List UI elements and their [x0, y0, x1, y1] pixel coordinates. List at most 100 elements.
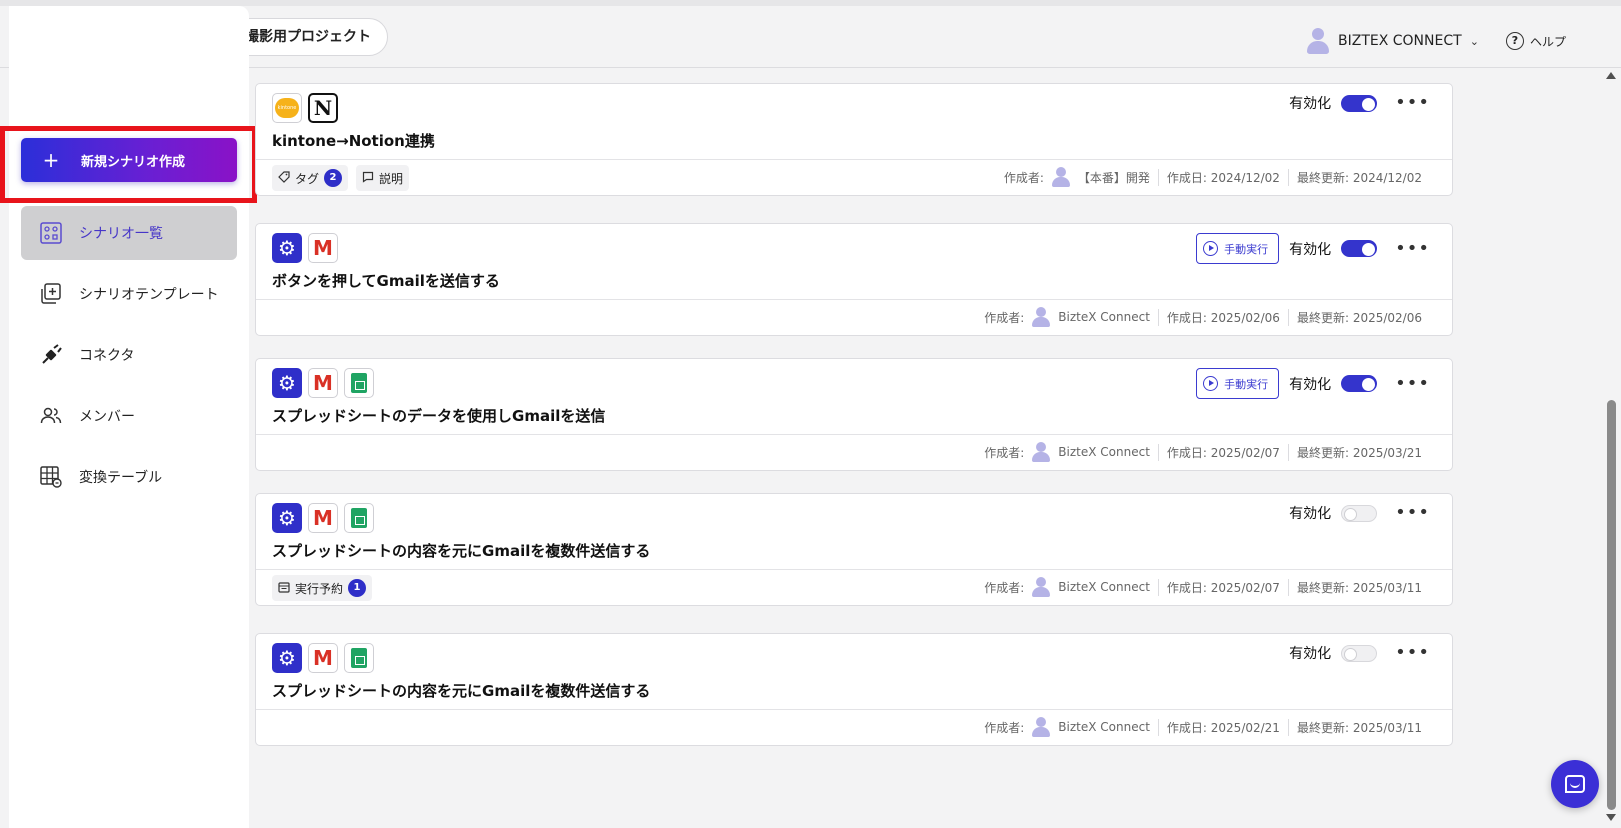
sidebar-item-label: コネクタ	[79, 348, 135, 364]
sidebar-item-conversion-table[interactable]: 変換テーブル	[21, 450, 237, 504]
sidebar-item-label: シナリオテンプレート	[79, 287, 219, 303]
scenario-title[interactable]: ボタンを押してGmailを送信する	[272, 270, 500, 291]
author-name: BizteX Connect	[1058, 310, 1150, 324]
author-name: BizteX Connect	[1058, 445, 1150, 459]
sidebar-nav: シナリオ一覧 シナリオテンプレート コネクタ メンバー 変換テーブル	[21, 206, 237, 511]
gmail-icon: M	[308, 233, 338, 263]
scenario-title[interactable]: スプレッドシートの内容を元にGmailを複数件送信する	[272, 540, 650, 561]
chat-support-button[interactable]	[1551, 760, 1599, 808]
sidebar-item-label: シナリオ一覧	[79, 226, 163, 242]
sidebar-item-scenario-template[interactable]: シナリオテンプレート	[21, 267, 237, 321]
author-avatar-icon	[1032, 577, 1051, 597]
new-scenario-highlight-box	[0, 126, 257, 203]
created-date: 2024/12/02	[1210, 170, 1280, 185]
enable-toggle[interactable]	[1341, 94, 1378, 112]
scenario-meta: 作成者: BizteX Connect 作成日: 2025/02/06 最終更新:…	[976, 300, 1430, 334]
connector-plug-icon	[37, 344, 65, 366]
comment-icon	[362, 171, 374, 186]
enable-toggle[interactable]	[1341, 504, 1378, 522]
updated-date: 2025/02/06	[1352, 310, 1422, 325]
help-icon: ?	[1506, 32, 1524, 50]
updated-date: 2025/03/11	[1352, 580, 1422, 595]
created-date: 2025/02/07	[1210, 580, 1280, 595]
scenario-list-icon	[37, 222, 65, 244]
app-icons: ⚙ M	[272, 643, 374, 673]
updated-date: 2025/03/11	[1352, 720, 1422, 735]
scrollbar-thumb[interactable]	[1607, 400, 1616, 810]
more-options-icon[interactable]: •••	[1387, 94, 1430, 112]
gear-icon: ⚙	[272, 233, 302, 263]
enable-label: 有効化	[1289, 506, 1332, 522]
author-avatar-icon	[1032, 442, 1051, 462]
enable-toggle[interactable]	[1341, 644, 1378, 662]
description-chip[interactable]: 説明	[356, 165, 410, 191]
count-badge: 2	[324, 169, 343, 187]
members-icon	[37, 405, 65, 427]
scenario-meta: 作成者: BizteX Connect 作成日: 2025/02/07 最終更新:…	[976, 570, 1430, 604]
manual-run-button[interactable]: 手動実行	[1196, 368, 1280, 399]
created-date: 2025/02/07	[1210, 445, 1280, 460]
manual-run-button[interactable]: 手動実行	[1196, 233, 1280, 264]
enable-toggle[interactable]	[1341, 240, 1378, 257]
updated-date: 2025/03/21	[1352, 445, 1422, 460]
chat-icon	[1565, 775, 1585, 793]
app-icons: kintone N	[272, 93, 338, 123]
help-label: ヘルプ	[1530, 34, 1567, 49]
enable-toggle[interactable]	[1341, 375, 1378, 392]
enable-label: 有効化	[1289, 646, 1332, 662]
scenario-meta: 作成者: 【本番】開発 作成日: 2024/12/02 最終更新: 2024/12…	[996, 160, 1430, 194]
app-icons: ⚙ M	[272, 503, 374, 533]
scenario-card[interactable]: ⚙ M スプレッドシートの内容を元にGmailを複数件送信する 有効化 ••• …	[255, 493, 1453, 606]
scroll-down-arrow-icon[interactable]	[1606, 814, 1616, 821]
sidebar-item-label: 変換テーブル	[79, 470, 163, 486]
scenario-card[interactable]: ⚙ M ボタンを押してGmailを送信する 手動実行 有効化 ••• 作成者: B…	[255, 223, 1453, 336]
enable-label: 有効化	[1289, 96, 1332, 112]
play-icon	[1203, 241, 1219, 256]
template-icon	[37, 283, 65, 305]
help-button[interactable]: ? ヘルプ	[1506, 32, 1566, 50]
enable-label: 有効化	[1289, 376, 1332, 393]
more-options-icon[interactable]: •••	[1387, 374, 1430, 392]
google-sheets-icon	[344, 368, 374, 398]
scenario-card[interactable]: ⚙ M スプレッドシートのデータを使用しGmailを送信 手動実行 有効化 ••…	[255, 358, 1453, 471]
account-menu[interactable]: BIZTEX CONNECT ⌄	[1306, 26, 1479, 56]
created-date: 2025/02/21	[1210, 720, 1280, 735]
google-sheets-icon	[344, 503, 374, 533]
more-options-icon[interactable]: •••	[1387, 239, 1430, 257]
author-avatar-icon	[1032, 307, 1051, 327]
google-sheets-icon	[344, 643, 374, 673]
schedule-chip[interactable]: 実行予約 1	[272, 575, 373, 601]
sidebar-item-scenario-list[interactable]: シナリオ一覧	[21, 206, 237, 260]
author-name: 【本番】開発	[1077, 170, 1150, 185]
sidebar-item-connector[interactable]: コネクタ	[21, 328, 237, 382]
author-name: BizteX Connect	[1058, 580, 1150, 594]
play-icon	[1203, 376, 1219, 391]
author-avatar-icon	[1032, 717, 1051, 737]
gear-icon: ⚙	[272, 643, 302, 673]
scroll-up-arrow-icon[interactable]	[1606, 72, 1616, 79]
count-badge: 1	[348, 579, 367, 597]
gmail-icon: M	[308, 368, 338, 398]
created-date: 2025/02/06	[1210, 310, 1280, 325]
tag-chip[interactable]: タグ 2	[272, 165, 349, 191]
gear-icon: ⚙	[272, 368, 302, 398]
updated-date: 2024/12/02	[1352, 170, 1422, 185]
scenario-title[interactable]: スプレッドシートのデータを使用しGmailを送信	[272, 405, 605, 426]
scenario-title[interactable]: スプレッドシートの内容を元にGmailを複数件送信する	[272, 680, 650, 701]
gmail-icon: M	[308, 643, 338, 673]
scenario-card[interactable]: ⚙ M スプレッドシートの内容を元にGmailを複数件送信する 有効化 ••• …	[255, 633, 1453, 746]
app-icons: ⚙ M	[272, 233, 338, 263]
sidebar-item-members[interactable]: メンバー	[21, 389, 237, 443]
user-avatar-icon	[1306, 28, 1330, 54]
notion-icon: N	[308, 93, 338, 123]
sidebar-item-label: メンバー	[79, 409, 135, 425]
scenario-title[interactable]: kintone→Notion連携	[272, 130, 435, 151]
enable-label: 有効化	[1289, 241, 1332, 258]
more-options-icon[interactable]: •••	[1387, 644, 1430, 662]
more-options-icon[interactable]: •••	[1387, 504, 1430, 522]
tag-icon	[278, 170, 290, 186]
author-name: BizteX Connect	[1058, 720, 1150, 734]
table-icon	[37, 466, 65, 488]
scenario-card[interactable]: kintone N kintone→Notion連携 有効化 ••• タグ 2 …	[255, 83, 1453, 196]
scenario-meta: 作成者: BizteX Connect 作成日: 2025/02/07 最終更新:…	[976, 435, 1430, 469]
